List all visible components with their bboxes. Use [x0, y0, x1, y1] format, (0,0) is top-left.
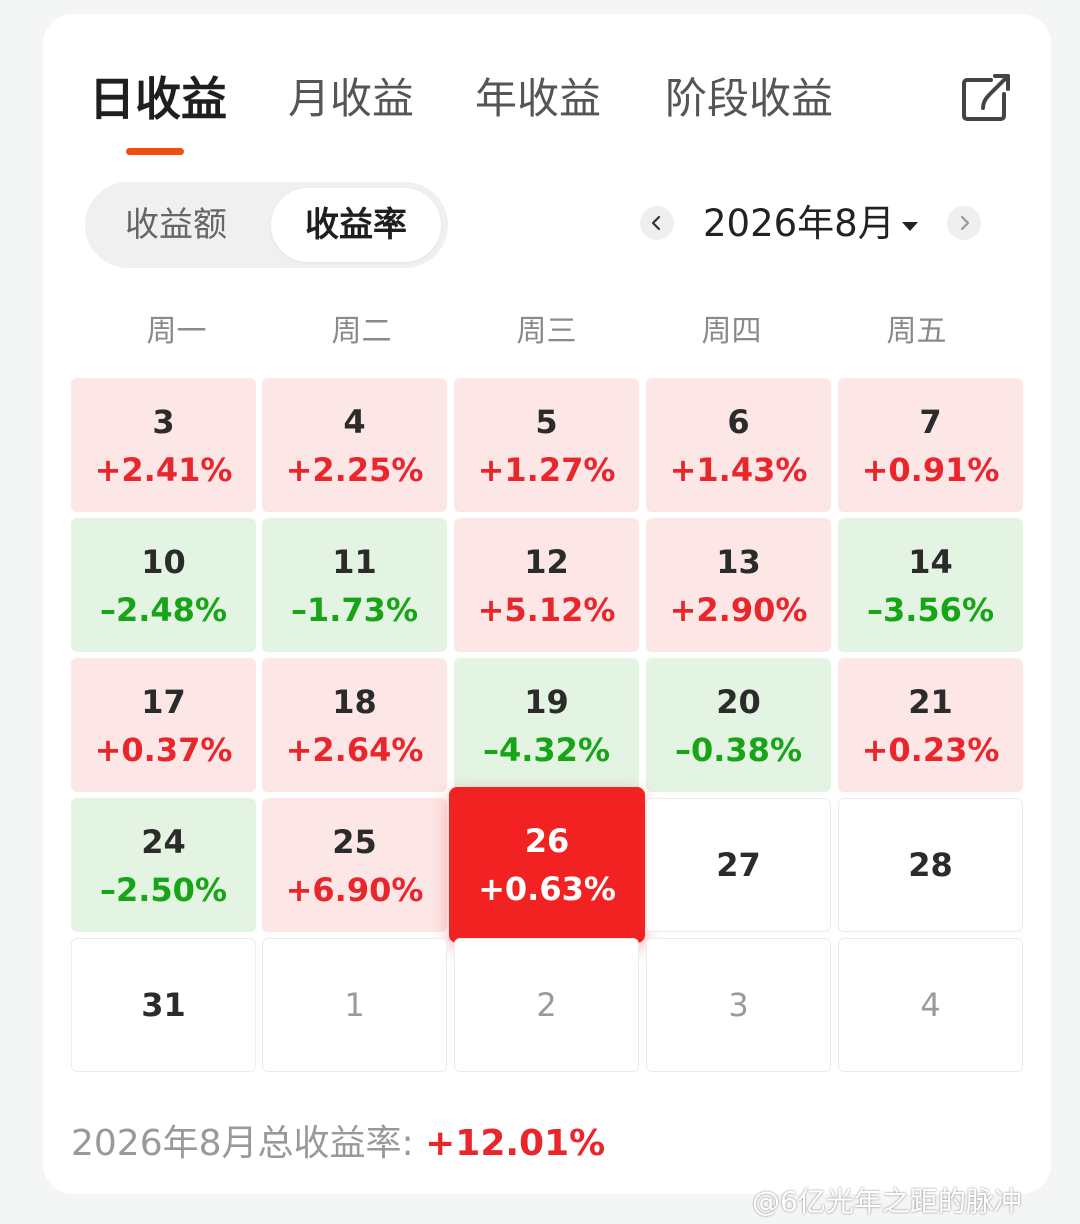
calendar-day[interactable]: 31 — [71, 938, 256, 1072]
month-picker[interactable]: 2026年8月 — [703, 200, 919, 248]
next-month-button[interactable] — [947, 206, 981, 240]
weekday-wed: 周三 — [516, 314, 577, 349]
day-return: –3.56% — [866, 591, 994, 629]
day-return: +1.43% — [669, 451, 808, 489]
day-number: 26 — [524, 822, 570, 860]
day-number: 11 — [332, 543, 377, 581]
toggle-amount[interactable]: 收益额 — [91, 188, 261, 262]
day-return: +2.64% — [285, 731, 424, 769]
calendar-day[interactable]: 12 +5.12% — [454, 518, 639, 652]
day-return: –2.50% — [99, 871, 227, 909]
calendar-day[interactable]: 27 — [646, 798, 831, 932]
chevron-right-icon — [960, 215, 970, 231]
day-number: 2 — [536, 986, 557, 1024]
day-number: 4 — [920, 986, 941, 1024]
day-return: +2.25% — [285, 451, 424, 489]
day-return: –0.38% — [674, 731, 802, 769]
calendar-day[interactable]: 17 +0.37% — [71, 658, 256, 792]
metric-toggle: 收益额 收益率 — [85, 182, 448, 268]
day-number: 10 — [141, 543, 186, 581]
month-total: 2026年8月总收益率: +12.01% — [71, 1114, 605, 1166]
weekday-fri: 周五 — [886, 314, 947, 349]
day-number: 31 — [141, 986, 186, 1024]
calendar-day[interactable]: 13 +2.90% — [646, 518, 831, 652]
calendar-day[interactable]: 19 –4.32% — [454, 658, 639, 792]
calendar-day-selected[interactable]: 26 +0.63% — [449, 787, 645, 943]
calendar-day[interactable]: 21 +0.23% — [838, 658, 1023, 792]
day-return: +1.27% — [477, 451, 616, 489]
day-number: 27 — [716, 846, 761, 884]
day-number: 3 — [728, 986, 749, 1024]
day-return: +6.90% — [285, 871, 424, 909]
tab-bar: 日收益 月收益 年收益 阶段收益 — [43, 74, 1051, 164]
day-number: 21 — [908, 683, 953, 721]
calendar-day[interactable]: 28 — [838, 798, 1023, 932]
calendar-day[interactable]: 7 +0.91% — [838, 378, 1023, 512]
day-number: 28 — [908, 846, 953, 884]
day-number: 4 — [343, 403, 366, 441]
calendar-day[interactable]: 25 +6.90% — [262, 798, 447, 932]
income-card: 日收益 月收益 年收益 阶段收益 收益额 收益率 2026年8月 周一 周二 周… — [43, 14, 1051, 1194]
day-return: +0.63% — [478, 870, 616, 908]
calendar-day[interactable]: 14 –3.56% — [838, 518, 1023, 652]
day-number: 5 — [535, 403, 558, 441]
month-label: 2026年8月 — [703, 202, 895, 245]
day-number: 17 — [141, 683, 186, 721]
calendar-day[interactable]: 2 — [454, 938, 639, 1072]
calendar-day[interactable]: 6 +1.43% — [646, 378, 831, 512]
day-number: 19 — [524, 683, 569, 721]
tab-period[interactable]: 阶段收益 — [665, 74, 833, 124]
calendar-day[interactable]: 11 –1.73% — [262, 518, 447, 652]
toggle-rate[interactable]: 收益率 — [271, 188, 441, 262]
calendar-day[interactable]: 10 –2.48% — [71, 518, 256, 652]
day-return: +0.91% — [861, 451, 1000, 489]
day-number: 20 — [716, 683, 761, 721]
day-return: –1.73% — [290, 591, 418, 629]
day-number: 24 — [141, 823, 186, 861]
calendar-day[interactable]: 24 –2.50% — [71, 798, 256, 932]
total-value: +12.01% — [425, 1123, 606, 1164]
chevron-left-icon — [651, 215, 661, 231]
total-label: 2026年8月总收益率: — [71, 1123, 414, 1164]
day-return: +0.37% — [94, 731, 233, 769]
weekday-thu: 周四 — [701, 314, 762, 349]
day-return: +2.41% — [94, 451, 233, 489]
tab-yearly[interactable]: 年收益 — [475, 74, 601, 124]
calendar-day[interactable]: 20 –0.38% — [646, 658, 831, 792]
day-number: 25 — [332, 823, 377, 861]
day-return: –4.32% — [482, 731, 610, 769]
day-number: 14 — [908, 543, 953, 581]
day-return: +2.90% — [669, 591, 808, 629]
calendar-day[interactable]: 3 +2.41% — [71, 378, 256, 512]
weekday-mon: 周一 — [146, 314, 207, 349]
day-number: 6 — [727, 403, 750, 441]
day-return: +0.23% — [861, 731, 1000, 769]
day-number: 13 — [716, 543, 761, 581]
day-number: 7 — [919, 403, 942, 441]
calendar-day[interactable]: 1 — [262, 938, 447, 1072]
day-return: +5.12% — [477, 591, 616, 629]
day-number: 1 — [344, 986, 365, 1024]
calendar-day[interactable]: 4 +2.25% — [262, 378, 447, 512]
day-number: 3 — [152, 403, 175, 441]
day-return: –2.48% — [99, 591, 227, 629]
day-number: 12 — [524, 543, 569, 581]
active-tab-indicator — [126, 148, 184, 155]
calendar-day[interactable]: 5 +1.27% — [454, 378, 639, 512]
tab-daily[interactable]: 日收益 — [89, 74, 227, 124]
calendar-day[interactable]: 18 +2.64% — [262, 658, 447, 792]
caret-down-icon — [901, 221, 918, 231]
tab-monthly[interactable]: 月收益 — [288, 74, 414, 124]
calendar-day[interactable]: 3 — [646, 938, 831, 1072]
prev-month-button[interactable] — [640, 206, 674, 240]
watermark: @6亿光年之距的脉冲 — [752, 1185, 1022, 1218]
day-number: 18 — [332, 683, 377, 721]
calendar-day[interactable]: 4 — [838, 938, 1023, 1072]
weekday-tue: 周二 — [331, 314, 392, 349]
share-icon[interactable] — [961, 72, 1011, 122]
